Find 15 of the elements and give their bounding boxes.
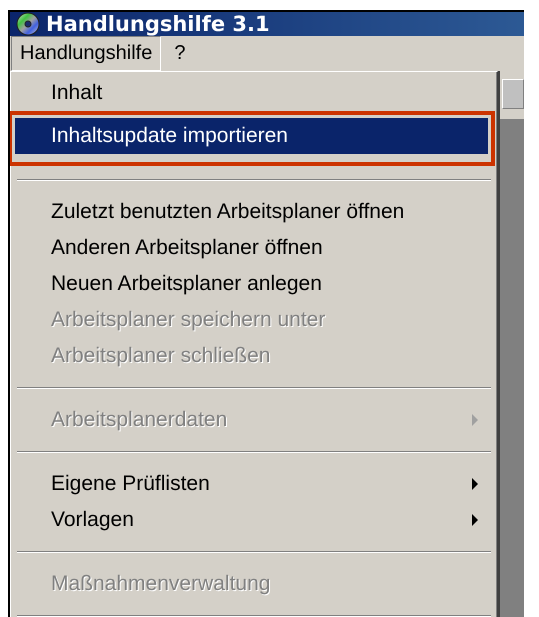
menu-item[interactable]: Vorlagen: [15, 502, 493, 538]
toolbar-button[interactable]: [502, 79, 524, 109]
menu-bar-item[interactable]: Handlungshilfe: [11, 36, 162, 71]
menu-item[interactable]: Zuletzt benutzten Arbeitsplaner öffnen: [15, 194, 493, 230]
menu-item[interactable]: Anderen Arbeitsplaner öffnen: [15, 230, 493, 266]
menu-item[interactable]: Eigene Prüflisten: [15, 466, 493, 502]
menu-item[interactable]: Inhaltsupdate importieren: [15, 118, 488, 154]
submenu-arrow-icon: [471, 513, 479, 527]
menu-item[interactable]: Neuen Arbeitsplaner anlegen: [15, 266, 493, 302]
menu-item[interactable]: Inhalt: [15, 75, 493, 111]
submenu-arrow-icon: [471, 477, 479, 491]
submenu-arrow-icon: [471, 413, 479, 427]
disc-icon: [16, 12, 40, 36]
window-title: Handlungshilfe 3.1: [46, 12, 270, 36]
menu-bar-item[interactable]: ?: [165, 36, 194, 71]
